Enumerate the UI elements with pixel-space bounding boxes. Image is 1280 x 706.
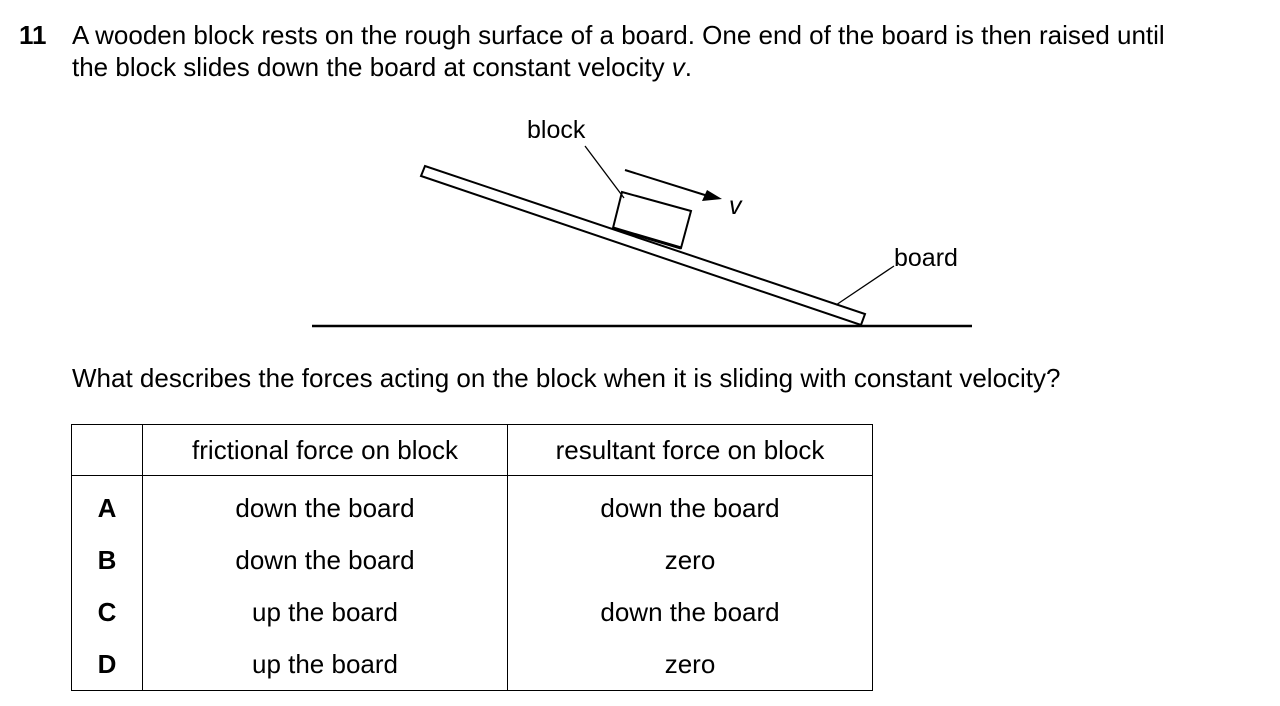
board-label: board bbox=[894, 244, 958, 272]
friction-cell: up the board bbox=[142, 638, 508, 691]
answer-table: frictional force on block resultant forc… bbox=[71, 424, 873, 691]
friction-cell: up the board bbox=[142, 586, 508, 638]
option-label: A bbox=[71, 475, 143, 534]
block-label: block bbox=[527, 116, 586, 144]
velocity-arrow-head bbox=[702, 190, 722, 201]
friction-cell: down the board bbox=[142, 475, 508, 534]
board bbox=[419, 164, 867, 327]
header-frictional-force: frictional force on block bbox=[142, 424, 508, 476]
resultant-cell: down the board bbox=[507, 475, 873, 534]
velocity-arrow-shaft bbox=[624, 169, 709, 197]
header-resultant-force: resultant force on block bbox=[507, 424, 873, 476]
table-row: C up the board down the board bbox=[71, 586, 873, 638]
header-option bbox=[71, 424, 143, 476]
velocity-label: v bbox=[729, 192, 743, 220]
block-leader-line bbox=[584, 145, 625, 199]
option-label: B bbox=[71, 534, 143, 586]
table-row: B down the board zero bbox=[71, 534, 873, 586]
option-label: C bbox=[71, 586, 143, 638]
table-row: D up the board zero bbox=[71, 638, 873, 691]
resultant-cell: zero bbox=[507, 638, 873, 691]
option-label: D bbox=[71, 638, 143, 691]
resultant-cell: zero bbox=[507, 534, 873, 586]
board-leader-line bbox=[835, 265, 895, 306]
friction-cell: down the board bbox=[142, 534, 508, 586]
table-row: A down the board down the board bbox=[71, 475, 873, 534]
table-header-row: frictional force on block resultant forc… bbox=[71, 424, 873, 476]
question-prompt: What describes the forces acting on the … bbox=[72, 363, 1061, 393]
resultant-cell: down the board bbox=[507, 586, 873, 638]
